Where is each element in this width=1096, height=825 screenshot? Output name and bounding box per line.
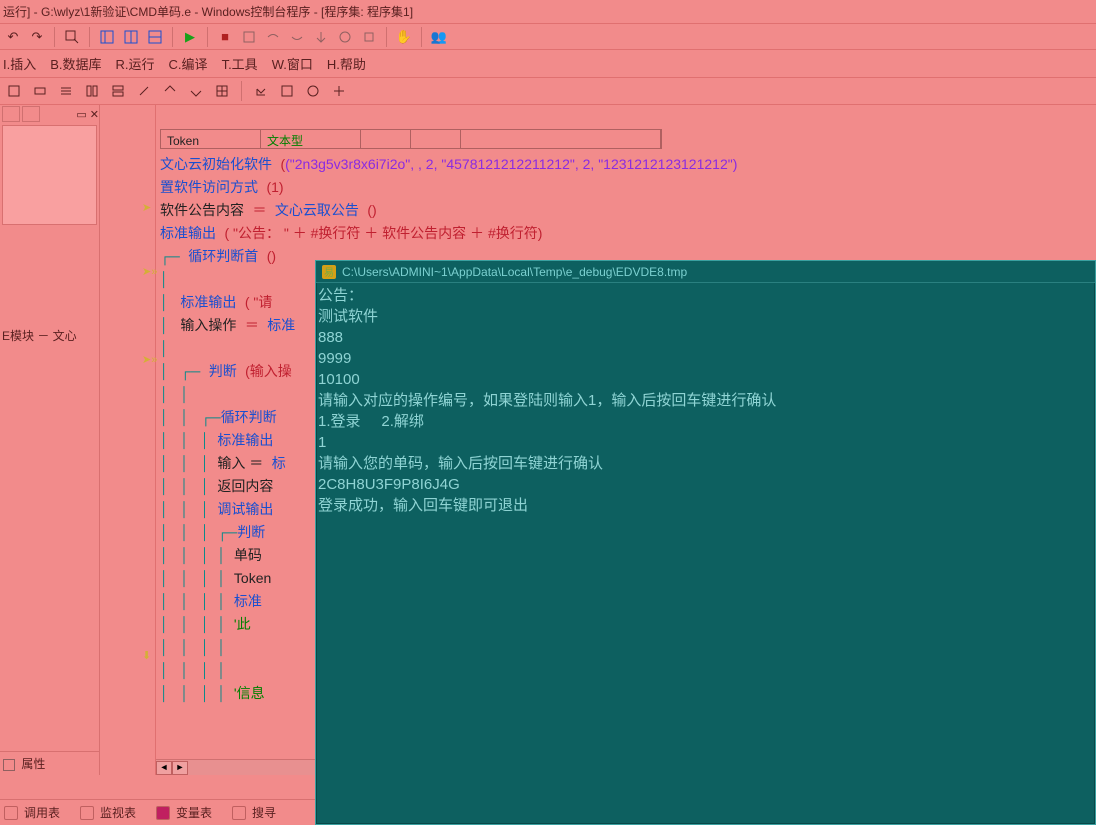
- panel-body: [2, 125, 97, 225]
- menu-compile[interactable]: C.编译: [169, 54, 208, 73]
- layout1-icon[interactable]: [96, 26, 118, 48]
- scroll-right-icon[interactable]: ►: [172, 761, 188, 775]
- tab-icon: [232, 806, 246, 820]
- step1-icon[interactable]: [238, 26, 260, 48]
- panel-tab[interactable]: [2, 106, 20, 122]
- menu-run[interactable]: R.运行: [116, 54, 155, 73]
- tb-icon[interactable]: [211, 80, 233, 102]
- layout3-icon[interactable]: [144, 26, 166, 48]
- console-titlebar[interactable]: 易 C:\Users\ADMINI~1\AppData\Local\Temp\e…: [316, 261, 1095, 283]
- redo-icon[interactable]: ↷: [26, 26, 48, 48]
- tab-icon: [80, 806, 94, 820]
- tab-search[interactable]: 搜寻: [252, 804, 276, 821]
- stop-icon[interactable]: ■: [214, 26, 236, 48]
- arrow-icon: ➤: [142, 201, 151, 214]
- toolbar-separator: [241, 81, 242, 101]
- tb-icon[interactable]: [29, 80, 51, 102]
- console-window[interactable]: 易 C:\Users\ADMINI~1\AppData\Local\Temp\e…: [315, 260, 1096, 825]
- run-icon[interactable]: ▶: [179, 26, 201, 48]
- step5-icon[interactable]: [334, 26, 356, 48]
- menu-window[interactable]: W.窗口: [272, 54, 313, 73]
- panel-tabs: ▭ ✕: [0, 105, 99, 123]
- gutter: ➤ ➤» ➤» ⬇: [100, 105, 156, 775]
- arrow-icon: ➤»: [142, 265, 157, 278]
- arrow-icon: ➤»: [142, 353, 157, 366]
- toolbar-separator: [54, 27, 55, 47]
- tb-icon[interactable]: [328, 80, 350, 102]
- tb-icon[interactable]: [81, 80, 103, 102]
- tb-icon[interactable]: [302, 80, 324, 102]
- tb-icon[interactable]: [159, 80, 181, 102]
- step2-icon[interactable]: [262, 26, 284, 48]
- window-title: 运行] - G:\wlyz\1新验证\CMD单码.e - Windows控制台程…: [0, 0, 1096, 23]
- undo-icon[interactable]: ↶: [2, 26, 24, 48]
- properties-tab[interactable]: 属性: [0, 751, 99, 775]
- tb-icon[interactable]: [276, 80, 298, 102]
- console-title-text: C:\Users\ADMINI~1\AppData\Local\Temp\e_d…: [342, 265, 687, 279]
- tb-icon[interactable]: [55, 80, 77, 102]
- toolbar-secondary: [0, 78, 1096, 105]
- menu-help[interactable]: H.帮助: [327, 54, 366, 73]
- step4-icon[interactable]: [310, 26, 332, 48]
- people-icon[interactable]: 👥: [428, 26, 450, 48]
- scroll-left-icon[interactable]: ◄: [156, 761, 172, 775]
- panel-pin-icon[interactable]: ▭ ✕: [76, 108, 99, 121]
- menubar: I.插入 B.数据库 R.运行 C.编译 T.工具 W.窗口 H.帮助: [0, 50, 1096, 78]
- menu-database[interactable]: B.数据库: [50, 54, 101, 73]
- panel-tab[interactable]: [22, 106, 40, 122]
- layout2-icon[interactable]: [120, 26, 142, 48]
- tb-icon[interactable]: [107, 80, 129, 102]
- step6-icon[interactable]: [358, 26, 380, 48]
- sheet-icon: [3, 759, 15, 771]
- tab-icon: [156, 806, 170, 820]
- app-icon: 易: [322, 265, 336, 279]
- tab-calltable[interactable]: 调用表: [24, 804, 60, 821]
- arrow-icon: ⬇: [142, 649, 151, 662]
- toolbar-separator: [89, 27, 90, 47]
- tb-icon[interactable]: [133, 80, 155, 102]
- menu-tools[interactable]: T.工具: [222, 54, 258, 73]
- tab-icon: [4, 806, 18, 820]
- toolbar-separator: [207, 27, 208, 47]
- tb-icon[interactable]: [185, 80, 207, 102]
- toolbar-primary: ↶ ↷ ▶ ■ ✋ 👥: [0, 23, 1096, 50]
- left-panel: ▭ ✕ E模块 － 文心 属性: [0, 105, 100, 775]
- toolbar-separator: [172, 27, 173, 47]
- tb-icon[interactable]: [3, 80, 25, 102]
- step3-icon[interactable]: [286, 26, 308, 48]
- menu-insert[interactable]: I.插入: [3, 54, 36, 73]
- toolbar-separator: [421, 27, 422, 47]
- console-output: 公告： 测试软件 888 9999 10100 请输入对应的操作编号，如果登陆则…: [316, 283, 1095, 518]
- hand-icon[interactable]: ✋: [393, 26, 415, 48]
- tab-vars[interactable]: 变量表: [176, 804, 212, 821]
- toolbar-separator: [386, 27, 387, 47]
- find-icon[interactable]: [61, 26, 83, 48]
- tb-icon[interactable]: [250, 80, 272, 102]
- module-label: E模块 － 文心: [0, 227, 99, 344]
- tab-watch[interactable]: 监视表: [100, 804, 136, 821]
